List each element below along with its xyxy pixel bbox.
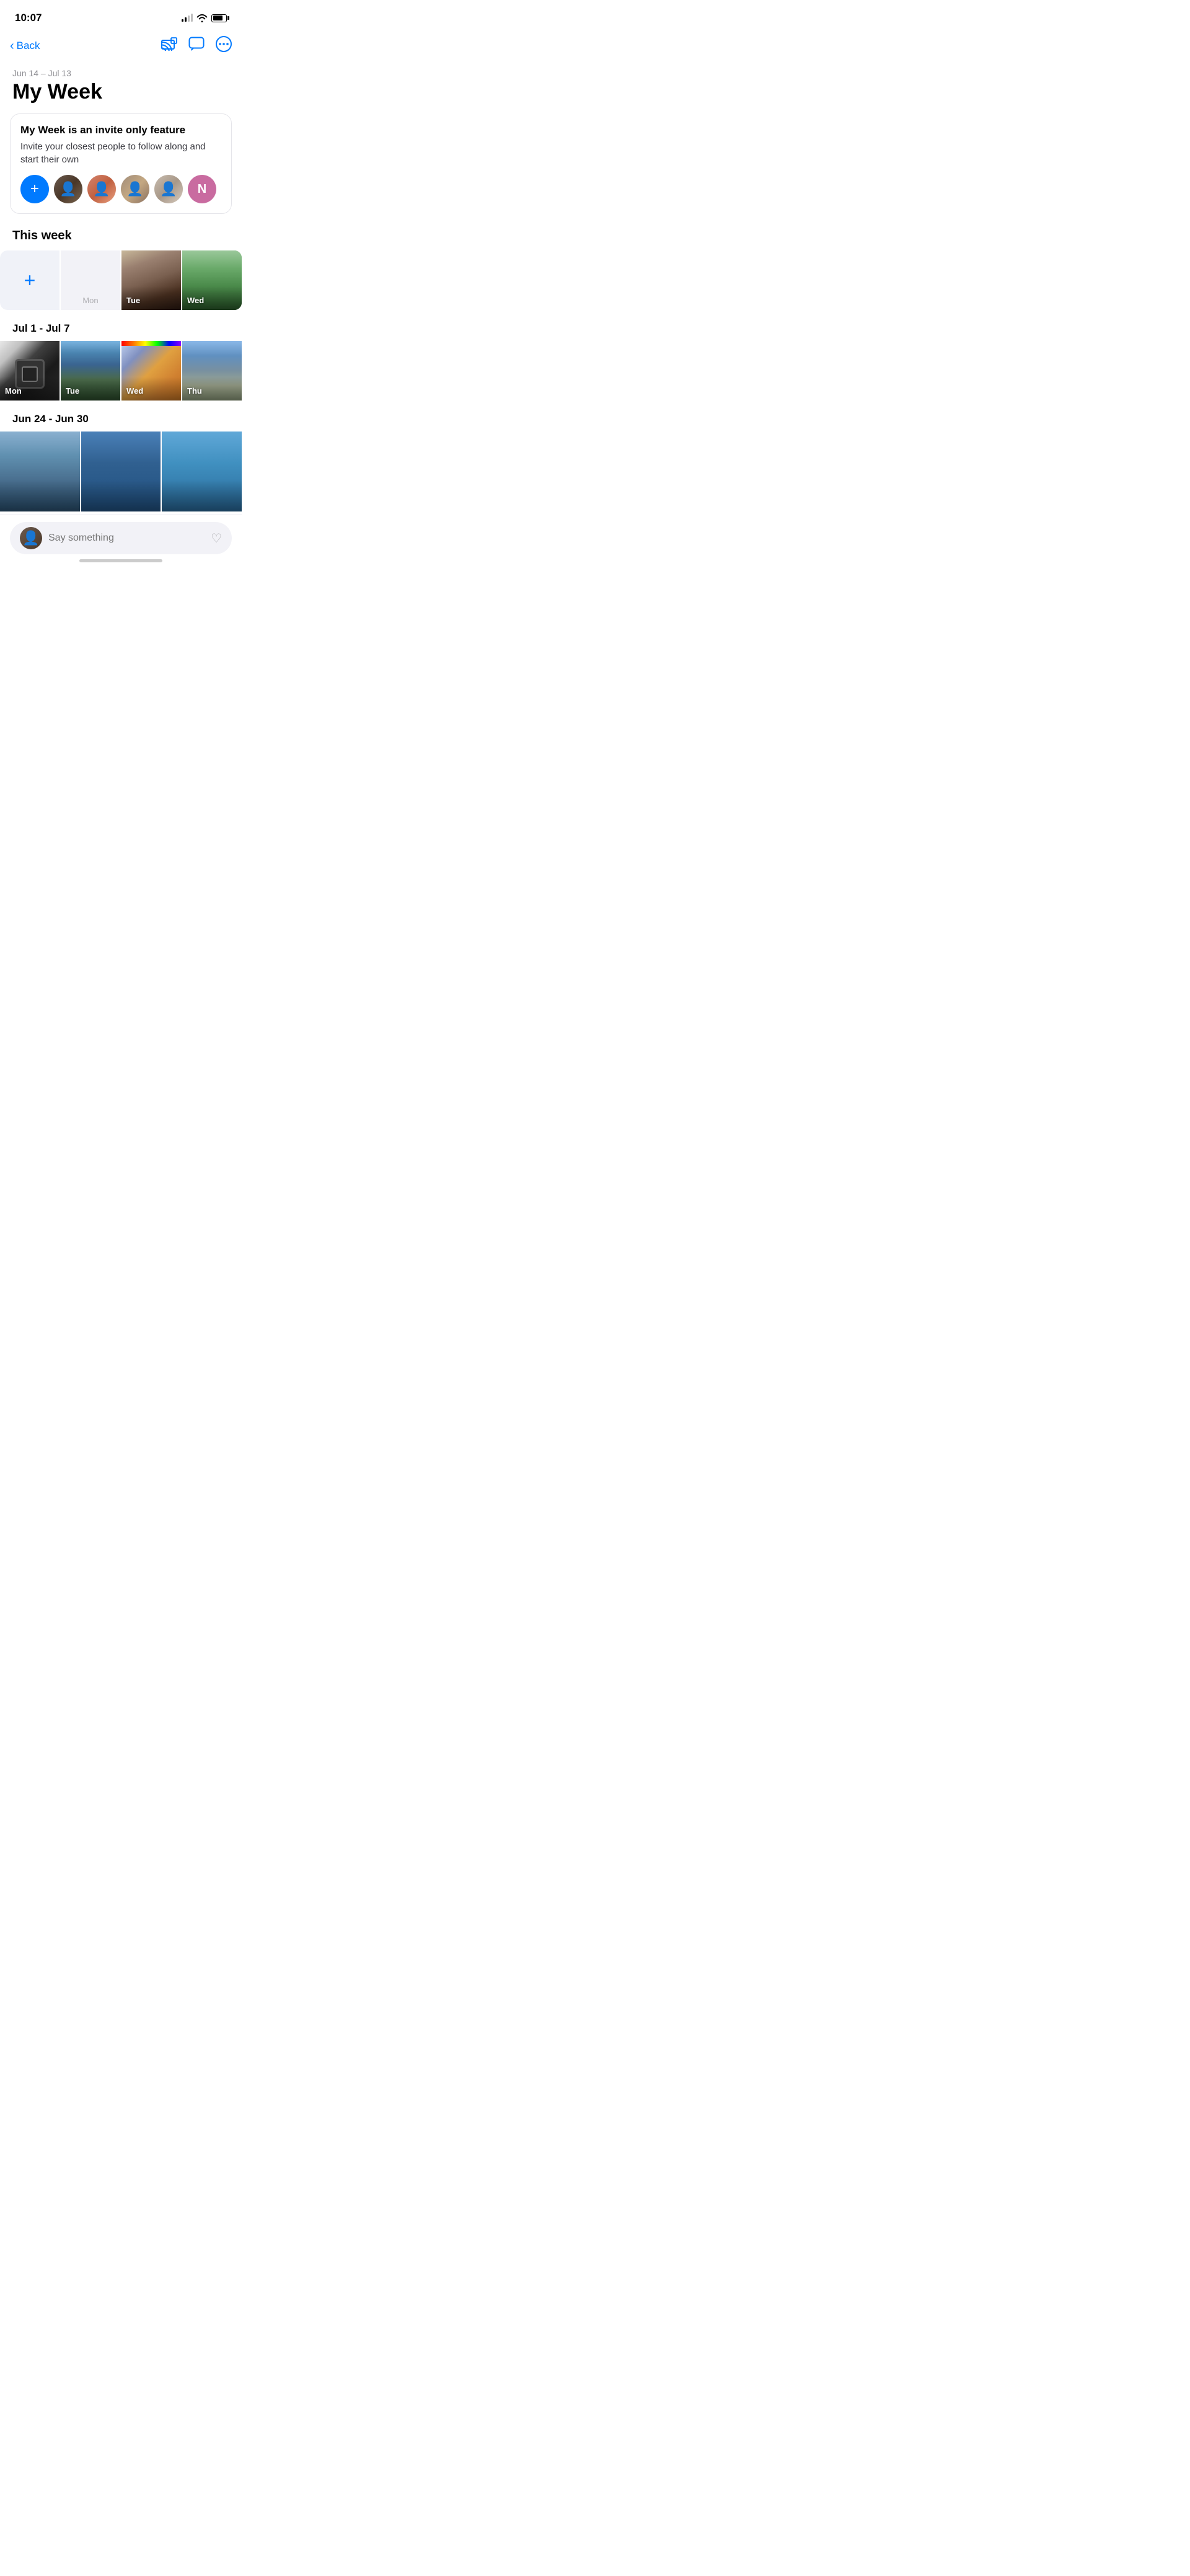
back-chevron-icon: ‹	[10, 40, 14, 52]
signal-icon	[182, 14, 193, 22]
week2-cell-1[interactable]	[0, 432, 80, 511]
day-label-wed: Wed	[187, 296, 204, 305]
this-week-label: This week	[0, 229, 242, 250]
this-week-grid: + Mon Tue Wed	[0, 250, 242, 310]
page-title: My Week	[12, 81, 229, 104]
heart-icon[interactable]: ♡	[211, 531, 222, 546]
cast-icon[interactable]	[161, 37, 177, 55]
this-week-wed[interactable]: Wed	[182, 250, 242, 310]
add-invite-button[interactable]: +	[20, 175, 49, 203]
week2-label: Jun 24 - Jun 30	[0, 403, 242, 432]
bottom-bar: 👤 ♡	[0, 514, 242, 582]
day-label-week1-wed: Wed	[126, 386, 143, 396]
day-label-tue: Tue	[126, 296, 140, 305]
avatars-row: + 👤 👤 👤 👤 N	[20, 175, 221, 203]
this-week-tue[interactable]: Tue	[121, 250, 181, 310]
status-time: 10:07	[15, 12, 42, 24]
day-label-mon: Mon	[61, 296, 120, 305]
week1-mon[interactable]: Mon	[0, 341, 60, 401]
home-indicator	[10, 554, 232, 565]
week2-cell-2[interactable]	[81, 432, 161, 511]
week2-grid	[0, 432, 242, 511]
week2-cell-3[interactable]	[162, 432, 242, 511]
back-label: Back	[17, 40, 40, 52]
more-icon[interactable]	[216, 36, 232, 56]
nav-bar: ‹ Back	[0, 31, 242, 63]
avatar-3[interactable]: 👤	[121, 175, 149, 203]
week1-thu[interactable]: Thu	[182, 341, 242, 401]
add-day-icon: +	[24, 269, 36, 292]
week1-wed[interactable]: Wed	[121, 341, 181, 401]
nav-actions	[161, 36, 232, 56]
avatar-1[interactable]: 👤	[54, 175, 82, 203]
day-label-week1-tue: Tue	[66, 386, 79, 396]
avatar-n[interactable]: N	[188, 175, 216, 203]
day-label-week1-mon: Mon	[5, 386, 22, 396]
invite-description: Invite your closest people to follow alo…	[20, 140, 221, 166]
week1-tue[interactable]: Tue	[61, 341, 120, 401]
avatar-4[interactable]: 👤	[154, 175, 183, 203]
invite-title: My Week is an invite only feature	[20, 124, 221, 136]
avatar-2[interactable]: 👤	[87, 175, 116, 203]
status-bar: 10:07	[0, 0, 242, 31]
day-label-week1-thu: Thu	[187, 386, 202, 396]
week1-grid: Mon Tue Wed Thu	[0, 341, 242, 401]
add-day-cell[interactable]: +	[0, 250, 60, 310]
this-week-mon: Mon	[61, 250, 120, 310]
status-icons	[182, 14, 227, 22]
comment-input[interactable]	[48, 533, 205, 544]
week1-label: Jul 1 - Jul 7	[0, 312, 242, 341]
back-button[interactable]: ‹ Back	[10, 40, 40, 52]
header: Jun 14 – Jul 13 My Week	[0, 63, 242, 113]
comment-icon[interactable]	[188, 37, 205, 55]
comment-avatar: 👤	[20, 527, 42, 549]
date-range: Jun 14 – Jul 13	[12, 68, 229, 78]
invite-card: My Week is an invite only feature Invite…	[10, 113, 232, 214]
comment-bar[interactable]: 👤 ♡	[10, 522, 232, 554]
battery-icon	[211, 14, 227, 22]
wifi-icon	[196, 14, 208, 22]
